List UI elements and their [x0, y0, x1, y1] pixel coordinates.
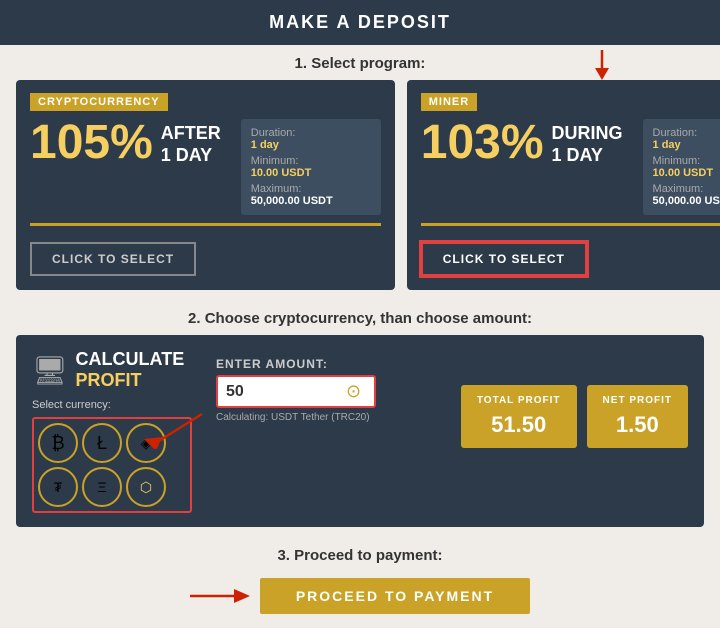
page-title: MAKE A DEPOSIT	[12, 12, 708, 33]
select-miner-button[interactable]: CLICK TO SELECT	[421, 242, 587, 276]
programs-area: CRYPTOCURRENCY 105% AFTER 1 DAY Duration…	[0, 80, 720, 300]
program-label-miner: DURING 1 DAY	[552, 119, 623, 166]
currency-btn-binance[interactable]: ⬡	[126, 467, 166, 507]
step3-label: 3. Proceed to payment:	[0, 537, 720, 572]
arrow-to-proceed	[190, 584, 250, 608]
program-label-crypto: AFTER 1 DAY	[161, 119, 221, 166]
enter-amount-label: ENTER AMOUNT:	[216, 357, 449, 371]
max-value-crypto: 50,000.00 USDT	[251, 195, 371, 207]
total-profit-value: 51.50	[477, 412, 561, 438]
step3-area: PROCEED TO PAYMENT	[0, 572, 720, 628]
currency-btn-litecoin[interactable]: Ł	[82, 423, 122, 463]
program-main-crypto: 105% AFTER 1 DAY Duration: 1 day Minimum…	[30, 119, 381, 215]
max-value-miner: 50,000.00 USDT	[653, 195, 720, 207]
net-profit-label: NET PROFIT	[603, 395, 672, 406]
divider-miner	[421, 223, 720, 226]
step2-label: 2. Choose cryptocurrency, than choose am…	[0, 300, 720, 335]
amount-input-wrap: ⊙	[216, 375, 376, 408]
total-profit-label: TOTAL PROFIT	[477, 395, 561, 406]
total-profit-box: TOTAL PROFIT 51.50	[461, 385, 577, 448]
step2-area: 🖥 CALCULATE PROFIT Select currency: ₿ Ł …	[0, 335, 720, 537]
program-main-miner: 103% DURING 1 DAY Duration: 1 day Minimu…	[421, 119, 720, 215]
program-percent-miner: 103%	[421, 119, 544, 167]
divider-crypto	[30, 223, 381, 226]
program-tag-crypto: CRYPTOCURRENCY	[30, 93, 168, 111]
currency-btn-usdt[interactable]: ₮	[38, 467, 78, 507]
calculating-label: Calculating: USDT Tether (TRC20)	[216, 412, 449, 423]
program-card-miner: MINER 103% DURING 1 DAY Duration: 1 day …	[407, 80, 720, 290]
amount-icon: ⊙	[346, 381, 361, 402]
step1-label: 1. Select program:	[0, 45, 720, 80]
arrow-down-miner	[592, 50, 612, 82]
program-tag-miner: MINER	[421, 93, 477, 111]
calc-title: 🖥 CALCULATE PROFIT	[32, 349, 192, 391]
program-percent-crypto: 105%	[30, 119, 153, 167]
net-profit-box: NET PROFIT 1.50	[587, 385, 688, 448]
page-header: MAKE A DEPOSIT	[0, 0, 720, 45]
proceed-to-payment-button[interactable]: PROCEED TO PAYMENT	[260, 578, 530, 614]
calc-title-text: CALCULATE PROFIT	[76, 349, 185, 391]
program-details-miner: Duration: 1 day Minimum: 10.00 USDT Maxi…	[643, 119, 720, 215]
calculator-icon: 🖥	[32, 354, 68, 387]
select-crypto-button[interactable]: CLICK TO SELECT	[30, 242, 196, 276]
program-details-crypto: Duration: 1 day Minimum: 10.00 USDT Maxi…	[241, 119, 381, 215]
calc-right: TOTAL PROFIT 51.50 NET PROFIT 1.50	[461, 349, 688, 448]
net-profit-value: 1.50	[603, 412, 672, 438]
currency-btn-bitcoin[interactable]: ₿	[38, 423, 78, 463]
program-card-crypto: CRYPTOCURRENCY 105% AFTER 1 DAY Duration…	[16, 80, 395, 290]
amount-input[interactable]	[226, 383, 346, 401]
calc-middle: ENTER AMOUNT: ⊙ Calculating: USDT Tether…	[216, 349, 449, 423]
calculator-panel: 🖥 CALCULATE PROFIT Select currency: ₿ Ł …	[16, 335, 704, 527]
currency-btn-ethereum[interactable]: Ξ	[82, 467, 122, 507]
